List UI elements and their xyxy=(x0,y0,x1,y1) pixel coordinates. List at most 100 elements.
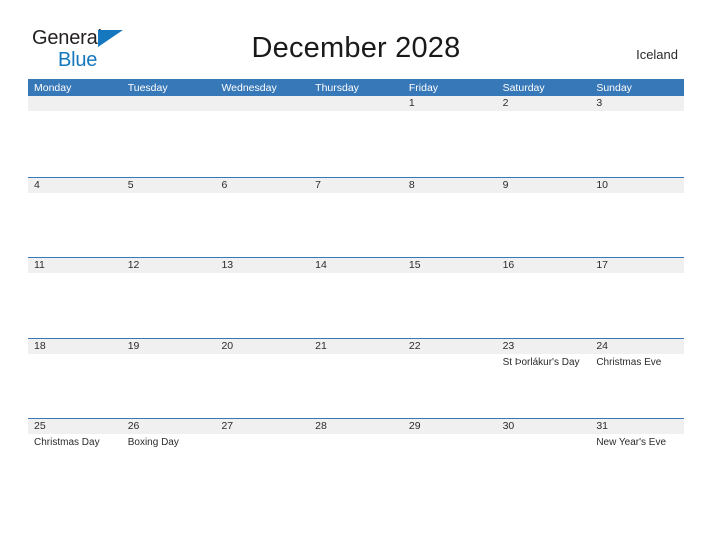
day-number: 16 xyxy=(496,258,591,273)
day-cell-8[interactable]: 8 xyxy=(402,177,497,258)
day-cell-5[interactable]: 5 xyxy=(121,177,216,258)
day-cell-14[interactable]: 14 xyxy=(309,258,403,338)
day-cell-empty xyxy=(215,96,310,177)
day-number: 15 xyxy=(402,258,497,273)
day-cell-10[interactable]: 10 xyxy=(590,177,685,258)
day-number: 27 xyxy=(215,419,310,434)
day-cell-23[interactable]: 23 St Þorlákur's Day xyxy=(496,338,591,419)
day-cell-25[interactable]: 25 Christmas Day xyxy=(28,419,122,499)
weekday-header-row: Monday Tuesday Wednesday Thursday Friday Satu… xyxy=(28,79,684,96)
day-number: 9 xyxy=(496,177,591,193)
weekday-header-saturday: Saturday xyxy=(502,82,545,94)
day-strip: 11 12 13 14 15 16 17 xyxy=(28,258,685,338)
day-events: New Year's Eve xyxy=(590,434,684,449)
weekday-header-friday: Friday xyxy=(408,82,439,94)
day-cell-28[interactable]: 28 xyxy=(309,419,403,499)
calendar-week-row: 4 5 6 7 8 9 10 xyxy=(28,176,685,258)
weekday-header-sunday: Sunday xyxy=(596,82,632,94)
calendar-week-row: 18 19 20 21 22 23 St Þorlákur's Day 24 Christmas… xyxy=(28,337,685,419)
day-cell-18[interactable]: 18 xyxy=(28,338,122,419)
day-number: 14 xyxy=(309,258,403,273)
holiday-label: Christmas Day xyxy=(34,437,100,448)
day-number: 26 xyxy=(121,419,216,434)
page-title: December 2028 xyxy=(251,32,461,64)
day-events: Christmas Eve xyxy=(590,354,684,369)
day-cell-24[interactable]: 24 Christmas Eve xyxy=(590,338,685,419)
holiday-label: Christmas Eve xyxy=(596,356,662,368)
day-number: 28 xyxy=(309,419,403,434)
day-cell-21[interactable]: 21 xyxy=(309,338,403,419)
weekday-header-monday: Monday xyxy=(34,82,72,94)
day-cell-9[interactable]: 9 xyxy=(496,177,591,258)
holiday-label: Boxing Day xyxy=(127,437,179,448)
day-strip: 25 Christmas Day 26 Boxing Day 27 28 29 30 31 New… xyxy=(28,419,685,499)
day-number: 1 xyxy=(402,96,497,111)
day-events: St Þorlákur's Day xyxy=(497,354,591,369)
day-cell-7[interactable]: 7 xyxy=(309,177,403,258)
day-number xyxy=(215,96,310,111)
page-header: General Blue December 2028 Iceland xyxy=(0,0,712,70)
day-number: 30 xyxy=(496,419,591,434)
day-cell-2[interactable]: 2 xyxy=(496,96,591,177)
day-cell-29[interactable]: 29 xyxy=(402,419,497,499)
day-cell-22[interactable]: 22 xyxy=(402,338,497,419)
day-number: 19 xyxy=(121,338,216,354)
day-number: 7 xyxy=(309,177,403,193)
day-number: 3 xyxy=(590,96,685,111)
day-strip: 4 5 6 7 8 9 10 xyxy=(28,177,685,258)
day-number: 10 xyxy=(590,177,685,193)
day-cell-11[interactable]: 11 xyxy=(28,258,122,338)
day-number: 11 xyxy=(28,258,122,273)
day-cell-12[interactable]: 12 xyxy=(121,258,216,338)
day-number: 24 xyxy=(590,338,685,354)
day-cell-15[interactable]: 15 xyxy=(402,258,497,338)
day-cell-13[interactable]: 13 xyxy=(215,258,310,338)
day-cell-17[interactable]: 17 xyxy=(590,258,685,338)
day-cell-30[interactable]: 30 xyxy=(496,419,591,499)
day-cell-20[interactable]: 20 xyxy=(215,338,310,419)
day-cell-empty xyxy=(309,96,403,177)
calendar-week-row: 11 12 13 14 15 16 17 xyxy=(28,257,685,338)
day-number xyxy=(121,96,216,111)
day-number: 13 xyxy=(215,258,310,273)
calendar-grid: Monday Tuesday Wednesday Thursday Friday Satu… xyxy=(28,79,685,499)
day-number: 17 xyxy=(590,258,685,273)
day-number: 12 xyxy=(121,258,216,273)
day-number: 4 xyxy=(28,177,122,193)
day-cell-31[interactable]: 31 New Year's Eve xyxy=(590,419,685,499)
day-number: 6 xyxy=(215,177,310,193)
day-number: 2 xyxy=(496,96,591,111)
day-cell-19[interactable]: 19 xyxy=(121,338,216,419)
day-number: 23 xyxy=(496,338,591,354)
day-cell-3[interactable]: 3 xyxy=(590,96,685,177)
day-number xyxy=(28,96,122,111)
day-cell-1[interactable]: 1 xyxy=(402,96,497,177)
day-number: 31 xyxy=(590,419,685,434)
day-number: 22 xyxy=(402,338,497,354)
day-cell-27[interactable]: 27 xyxy=(215,419,310,499)
day-cell-4[interactable]: 4 xyxy=(28,177,122,258)
day-number xyxy=(309,96,403,111)
weekday-header-tuesday: Tuesday xyxy=(127,82,168,94)
day-cell-empty xyxy=(28,96,122,177)
day-cell-26[interactable]: 26 Boxing Day xyxy=(121,419,216,499)
day-cell-16[interactable]: 16 xyxy=(496,258,591,338)
country-label: Iceland xyxy=(636,47,678,62)
day-strip: 18 19 20 21 22 23 St Þorlákur's Day 24 Christmas… xyxy=(28,338,685,419)
day-cell-empty xyxy=(121,96,216,177)
day-number: 20 xyxy=(215,338,310,354)
holiday-label: St Þorlákur's Day xyxy=(502,356,580,368)
calendar-week-row: 123 xyxy=(28,96,685,177)
day-strip: 123 xyxy=(28,96,685,177)
weekday-header-wednesday: Wednesday xyxy=(221,82,277,94)
day-number: 21 xyxy=(309,338,403,354)
day-events: Boxing Day xyxy=(122,434,216,449)
day-number: 8 xyxy=(402,177,497,193)
day-number: 18 xyxy=(28,338,122,354)
day-number: 25 xyxy=(28,419,122,434)
day-events: Christmas Day xyxy=(28,434,122,449)
day-cell-6[interactable]: 6 xyxy=(215,177,310,258)
weekday-header-thursday: Thursday xyxy=(315,82,359,94)
day-number: 29 xyxy=(402,419,497,434)
calendar-week-row: 25 Christmas Day 26 Boxing Day 27 28 29 30 31 New… xyxy=(28,418,685,499)
